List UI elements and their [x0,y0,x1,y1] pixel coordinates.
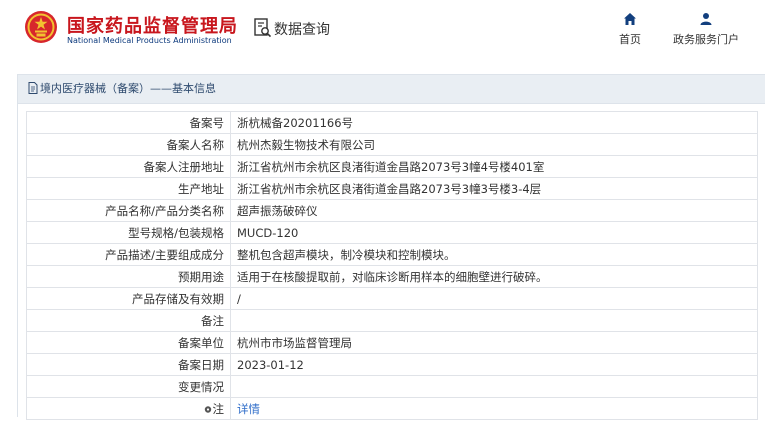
row-label: 备案人名称 [26,133,231,156]
row-label: 产品名称/产品分类名称 [26,199,231,222]
row-label: 产品存储及有效期 [26,287,231,310]
row-value: 浙江省杭州市余杭区良渚街道金昌路2073号3幢4号楼401室 [230,155,758,178]
panel-header: 境内医疗器械（备案）——基本信息 [18,75,765,104]
row-label: 备案号 [26,111,231,134]
panel-title: 境内医疗器械（备案）——基本信息 [40,82,216,95]
document-icon [28,82,38,94]
row-label: 备案单位 [26,331,231,354]
table-row: 备案日期 2023-01-12 [26,353,758,376]
data-query-icon[interactable] [254,18,272,38]
row-value: / [230,287,758,310]
row-value: 杭州市市场监督管理局 [230,331,758,354]
row-label: 备注 [26,309,231,332]
user-icon [700,13,712,25]
row-value [230,375,758,398]
row-value: 浙杭械备20201166号 [230,111,758,134]
table-row: 产品名称/产品分类名称 超声振荡破碎仪 [26,199,758,222]
row-label: 备案人注册地址 [26,155,231,178]
record-table: 备案号 浙杭械备20201166号 备案人名称 杭州杰毅生物技术有限公司 备案人注册… [26,111,758,420]
home-icon [624,13,636,25]
row-label: 生产地址 [26,177,231,200]
row-value: 超声振荡破碎仪 [230,199,758,222]
table-row: 备案人名称 杭州杰毅生物技术有限公司 [26,133,758,156]
nav-home-label: 首页 [619,33,641,46]
note-value-cell: 详情 [230,397,758,420]
row-label: 变更情况 [26,375,231,398]
row-value: 整机包含超声模块，制冷模块和控制模块。 [230,243,758,266]
row-value: 适用于在核酸提取前，对临床诊断用样本的细胞壁进行破碎。 [230,265,758,288]
row-label: 型号规格/包装规格 [26,221,231,244]
table-row: 产品存储及有效期 / [26,287,758,310]
note-row: 注 详情 [26,397,758,420]
table-row: 变更情况 [26,375,758,398]
table-row: 预期用途 适用于在核酸提取前，对临床诊断用样本的细胞壁进行破碎。 [26,265,758,288]
row-label: 预期用途 [26,265,231,288]
row-label: 备案日期 [26,353,231,376]
note-label-cell: 注 [26,397,231,420]
table-row: 型号规格/包装规格 MUCD-120 [26,221,758,244]
row-value: 2023-01-12 [230,353,758,376]
row-value: 浙江省杭州市余杭区良渚街道金昌路2073号3幢3号楼3-4层 [230,177,758,200]
table-row: 备案人注册地址 浙江省杭州市余杭区良渚街道金昌路2073号3幢4号楼401室 [26,155,758,178]
site-subtitle: National Medical Products Administration [67,36,232,45]
table-row: 产品描述/主要组成成分 整机包含超声模块，制冷模块和控制模块。 [26,243,758,266]
row-value [230,309,758,332]
table-row: 备案号 浙杭械备20201166号 [26,111,758,134]
detail-panel: 境内医疗器械（备案）——基本信息 备案号 浙杭械备20201166号 备案人名称杭… [17,74,765,420]
nav-home[interactable]: 首页 [608,12,652,47]
row-label: 产品描述/主要组成成分 [26,243,231,266]
site-title[interactable]: 国家药品监督管理局 [67,12,238,38]
national-emblem-icon[interactable] [24,10,58,44]
row-value: 杭州杰毅生物技术有限公司 [230,133,758,156]
row-value: MUCD-120 [230,221,758,244]
table-row: 备案单位 杭州市市场监督管理局 [26,331,758,354]
data-query-link[interactable]: 数据查询 [274,19,330,39]
nav-service-portal[interactable]: 政务服务门户 [666,12,746,47]
table-row: 备注 [26,309,758,332]
details-link[interactable]: 详情 [237,402,260,416]
table-row: 生产地址 浙江省杭州市余杭区良渚街道金昌路2073号3幢3号楼3-4层 [26,177,758,200]
nav-service-label: 政务服务门户 [673,33,739,46]
note-label: 注 [212,401,225,416]
site-header: 国家药品监督管理局 National Medical Products Admi… [0,0,765,62]
location-pin-icon [204,405,211,413]
